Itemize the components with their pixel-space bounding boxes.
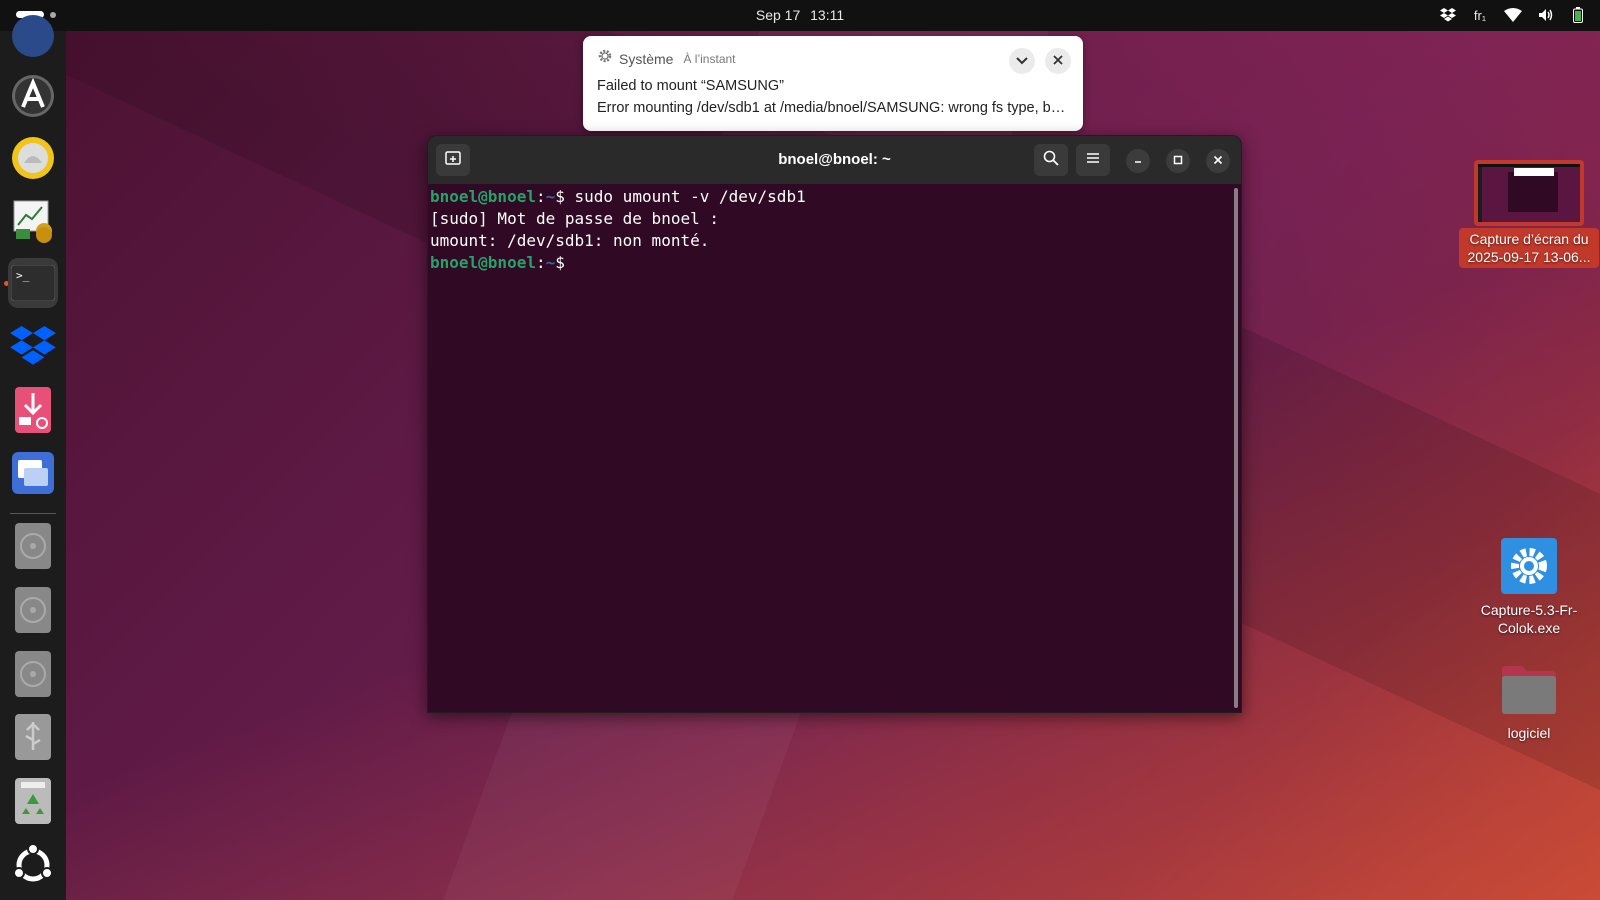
search-button[interactable] xyxy=(1034,144,1068,176)
chevron-down-icon xyxy=(1016,52,1028,70)
app-center-icon[interactable] xyxy=(8,71,58,121)
gear-icon xyxy=(597,48,613,69)
wifi-icon[interactable] xyxy=(1504,6,1522,24)
prompt-separator: : xyxy=(535,253,546,272)
terminal-line: [sudo] Mot de passe de bnoel : xyxy=(430,209,719,228)
folder-icon xyxy=(1500,664,1558,716)
terminal-line: bnoel@bnoel:~$ xyxy=(430,252,1229,274)
prompt-symbol: $ xyxy=(555,253,575,272)
notification-banner[interactable]: Système À l’instant Failed to mount “SAM… xyxy=(583,36,1083,131)
prompt-symbol: $ xyxy=(555,187,575,206)
dock-separator xyxy=(10,513,56,514)
desktop-screenshot-file[interactable]: Capture d’écran du 2025-09-17 13-06... xyxy=(1459,160,1599,268)
desktop-exe-file[interactable]: Capture-5.3-Fr- Colok.exe xyxy=(1459,537,1599,637)
command-text: sudo umount -v /dev/sdb1 xyxy=(574,187,806,206)
terminal-header-bar[interactable]: bnoel@bnoel: ~ xyxy=(428,136,1241,184)
close-notification-button[interactable] xyxy=(1045,48,1071,74)
clock[interactable]: Sep 17 13:11 xyxy=(0,7,1600,23)
usb-creator-icon[interactable] xyxy=(8,385,58,435)
close-icon xyxy=(1213,152,1223,170)
optical-drive-icon[interactable] xyxy=(8,649,58,699)
prompt-path: ~ xyxy=(545,187,556,206)
desktop-folder[interactable]: logiciel xyxy=(1459,664,1599,742)
terminal-line: umount: /dev/sdb1: non monté. xyxy=(430,231,710,250)
notification-title: Failed to mount “SAMSUNG” xyxy=(597,78,784,94)
terminal-scrollbar[interactable] xyxy=(1234,188,1238,708)
terminal-window[interactable]: bnoel@bnoel: ~ bnoel@bnoel:~$ sudo umoun… xyxy=(427,135,1242,713)
optical-drive-icon[interactable] xyxy=(8,585,58,635)
maximize-icon xyxy=(1173,152,1183,170)
notification-header: Système À l’instant xyxy=(597,48,736,69)
file-label: Capture d’écran du 2025-09-17 13-06... xyxy=(1459,228,1599,268)
prompt-user: bnoel@bnoel xyxy=(430,187,536,206)
terminal-output[interactable]: bnoel@bnoel:~$ sudo umount -v /dev/sdb1[… xyxy=(428,184,1231,712)
clock-time: 13:11 xyxy=(810,7,845,23)
show-apps-icon[interactable] xyxy=(8,840,58,890)
file-label-line: Capture d’écran du xyxy=(1469,231,1589,247)
expand-notification-button[interactable] xyxy=(1009,48,1035,74)
close-icon xyxy=(1053,52,1063,70)
firefox-icon[interactable] xyxy=(8,11,58,61)
search-icon xyxy=(1043,150,1059,171)
file-label-line: Capture-5.3-Fr- xyxy=(1480,602,1578,618)
menu-button[interactable] xyxy=(1076,144,1110,176)
minimize-button[interactable] xyxy=(1126,149,1150,173)
terminal-icon[interactable]: >_ xyxy=(8,258,58,308)
keyboard-layout-indicator[interactable]: fr₁ xyxy=(1472,6,1488,24)
dock: >_ xyxy=(0,15,66,900)
dropbox-icon[interactable] xyxy=(8,321,58,371)
screenshot-thumbnail-icon xyxy=(1474,160,1584,226)
optical-drive-icon[interactable] xyxy=(8,521,58,571)
file-label-line: 2025-09-17 13-06... xyxy=(1467,249,1591,265)
gear-icon xyxy=(1500,537,1558,595)
minimize-icon xyxy=(1133,152,1143,170)
notification-time: À l’instant xyxy=(683,51,736,66)
notification-app-name: Système xyxy=(619,50,674,67)
svg-text:>_: >_ xyxy=(16,269,30,282)
volume-icon[interactable] xyxy=(1538,6,1554,24)
notification-body: Error mounting /dev/sdb1 at /media/bnoel… xyxy=(597,100,1067,116)
dropbox-tray-icon[interactable] xyxy=(1440,6,1456,24)
prompt-path: ~ xyxy=(545,253,556,272)
battery-icon[interactable] xyxy=(1570,6,1586,24)
terminal-title: bnoel@bnoel: ~ xyxy=(778,151,891,168)
prompt-separator: : xyxy=(535,187,546,206)
disk-icon[interactable] xyxy=(8,133,58,183)
finance-icon[interactable] xyxy=(8,195,58,245)
close-window-button[interactable] xyxy=(1206,149,1230,173)
hamburger-menu-icon xyxy=(1086,151,1100,169)
top-bar: Sep 17 13:11 fr₁ xyxy=(0,0,1600,31)
terminal-line: bnoel@bnoel:~$ sudo umount -v /dev/sdb1 xyxy=(430,186,1229,208)
prompt-user: bnoel@bnoel xyxy=(430,253,536,272)
files-icon[interactable] xyxy=(8,448,58,498)
file-label: Capture-5.3-Fr- Colok.exe xyxy=(1459,601,1599,637)
folder-label: logiciel xyxy=(1507,725,1551,741)
clock-date: Sep 17 xyxy=(755,7,801,23)
maximize-button[interactable] xyxy=(1166,149,1190,173)
system-tray[interactable]: fr₁ xyxy=(1440,6,1586,24)
file-label-line: Colok.exe xyxy=(1497,620,1561,636)
usb-drive-icon[interactable] xyxy=(8,712,58,762)
trash-icon[interactable] xyxy=(8,776,58,826)
